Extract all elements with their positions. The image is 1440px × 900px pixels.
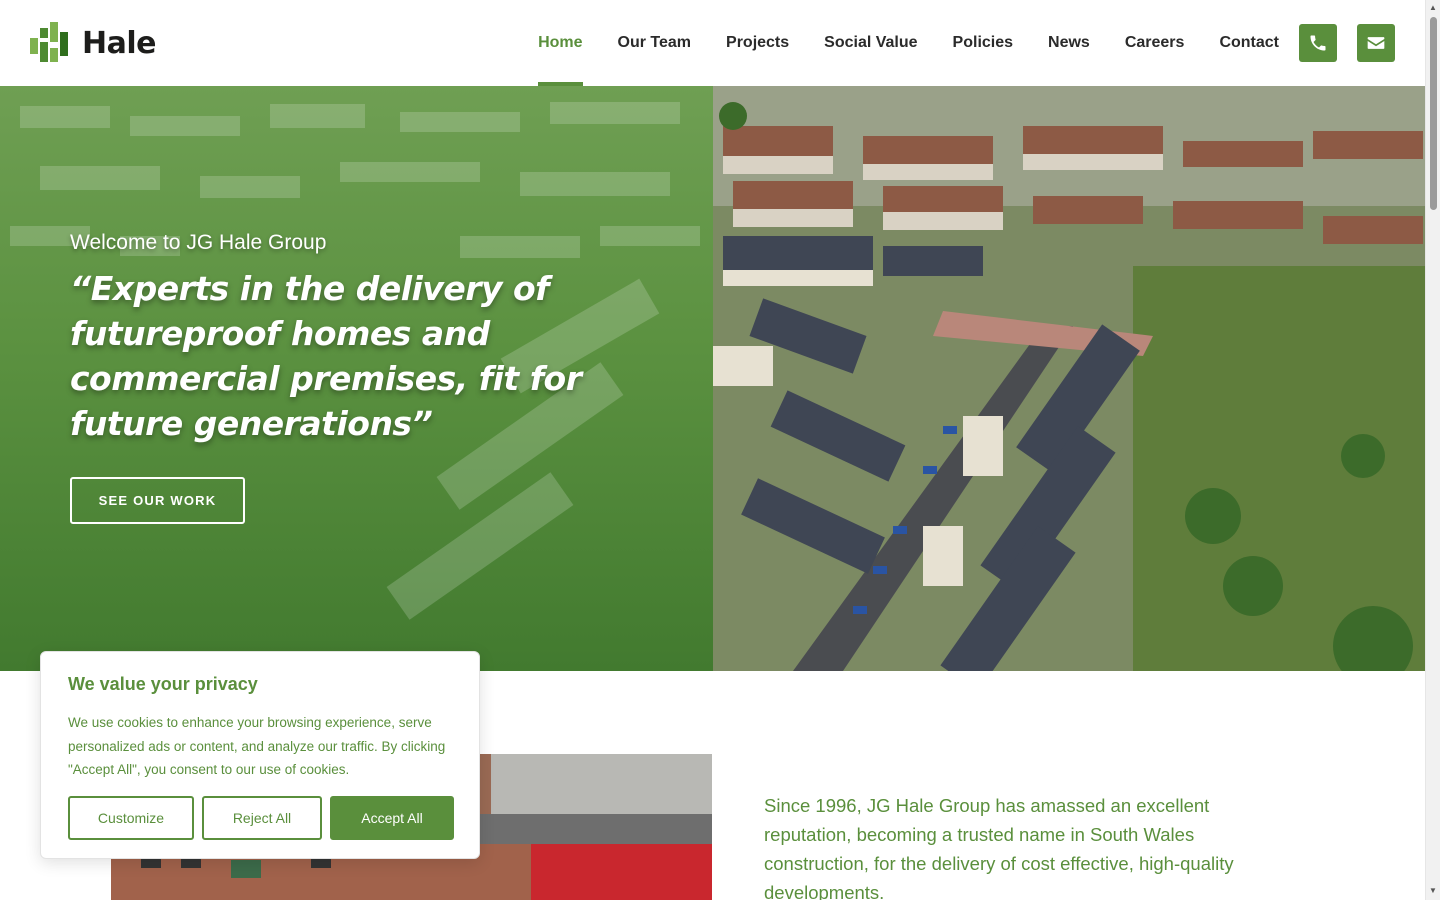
phone-icon [1310, 35, 1326, 51]
hero-aerial-photo [713, 86, 1425, 671]
envelope-icon [1367, 37, 1385, 49]
phone-button[interactable] [1299, 24, 1337, 62]
nav-item-policies[interactable]: Policies [953, 0, 1013, 86]
nav-item-our-team[interactable]: Our Team [618, 0, 692, 86]
customize-button[interactable]: Customize [68, 796, 194, 840]
nav-item-social-value[interactable]: Social Value [824, 0, 917, 86]
nav-item-news[interactable]: News [1048, 0, 1090, 86]
email-button[interactable] [1357, 24, 1395, 62]
nav-item-home[interactable]: Home [538, 0, 583, 86]
scroll-thumb[interactable] [1430, 17, 1437, 210]
reject-all-button[interactable]: Reject All [202, 796, 322, 840]
accept-all-button[interactable]: Accept All [330, 796, 454, 840]
main-nav: Home Our Team Projects Social Value Poli… [503, 0, 1279, 86]
page-scrollbar[interactable]: ▲ ▼ [1425, 0, 1440, 900]
cookie-actions: Customize Reject All Accept All [68, 796, 454, 840]
logo-mark-icon [30, 22, 78, 64]
scroll-up-icon[interactable]: ▲ [1429, 3, 1437, 13]
nav-item-projects[interactable]: Projects [726, 0, 789, 86]
site-header: Hale Home Our Team Projects Social Value… [0, 0, 1425, 86]
see-our-work-button[interactable]: SEE OUR WORK [70, 477, 245, 524]
cookie-consent-banner: We value your privacy We use cookies to … [40, 651, 480, 859]
nav-item-careers[interactable]: Careers [1125, 0, 1185, 86]
aerial-housing-image [713, 86, 1425, 671]
hero-section: Welcome to JG Hale Group “Experts in the… [0, 86, 1425, 671]
logo-text: Hale [82, 25, 156, 61]
hero-kicker: Welcome to JG Hale Group [70, 231, 327, 254]
hero-headline: “Experts in the delivery of futureproof … [70, 269, 582, 443]
cookie-title: We value your privacy [68, 674, 258, 694]
intro-paragraph: Since 1996, JG Hale Group has amassed an… [764, 795, 1234, 900]
cookie-body: We use cookies to enhance your browsing … [68, 715, 446, 777]
hale-logo[interactable]: Hale [30, 22, 156, 64]
nav-item-contact[interactable]: Contact [1219, 0, 1279, 86]
scroll-down-icon[interactable]: ▼ [1429, 886, 1437, 896]
